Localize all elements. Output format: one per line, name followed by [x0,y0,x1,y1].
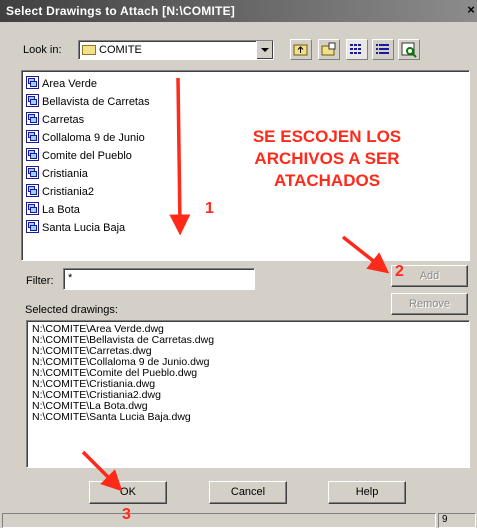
ok-button[interactable]: OK [89,481,167,504]
annotation-step-3: 3 [122,506,131,523]
up-folder-icon[interactable] [290,39,312,60]
list-view-icon[interactable] [346,39,368,60]
selected-drawings-label: Selected drawings: [25,304,118,316]
annotation-step-2: 2 [395,263,404,280]
cancel-button[interactable]: Cancel [209,481,287,504]
look-in-value: COMITE [99,44,142,56]
folder-icon [82,45,96,55]
selected-drawings-list[interactable]: N:\COMITE\Area Verde.dwg N:\COMITE\Bella… [26,320,470,468]
list-item[interactable]: Comite del Pueblo [26,148,132,165]
look-in-label: Look in: [23,44,62,56]
list-item[interactable]: Bellavista de Carretas [26,94,150,111]
drawing-file-icon [26,112,39,125]
status-bar: 9 [0,512,477,528]
chevron-down-icon[interactable] [256,41,273,59]
drawing-file-icon [26,130,39,143]
window-title: Select Drawings to Attach [N:\COMITE] [6,4,235,18]
list-item[interactable]: N:\COMITE\Santa Lucia Baja.dwg [32,412,191,423]
close-icon[interactable]: × [465,2,477,20]
annotation-note: SE ESCOJEN LOS ARCHIVOS A SER ATACHADOS [252,127,402,190]
file-list[interactable]: Area Verde Bellavista de Carretas Carret… [21,70,470,261]
title-bar: Select Drawings to Attach [N:\COMITE] × [0,0,477,22]
list-item[interactable]: Area Verde [26,76,97,93]
list-item[interactable]: Collaloma 9 de Junio [26,130,145,147]
status-count: 9 [438,513,476,528]
drawing-file-icon [26,184,39,197]
list-item[interactable]: Cristiania [26,166,88,183]
filter-input[interactable]: * [63,268,255,290]
list-item[interactable]: Carretas [26,112,84,129]
list-item[interactable]: La Bota [26,202,80,219]
drawing-file-icon [26,166,39,179]
remove-button[interactable]: Remove [391,293,468,315]
details-view-icon[interactable] [372,39,394,60]
look-in-dropdown[interactable]: COMITE [78,40,274,60]
annotation-step-1: 1 [205,200,214,217]
help-button[interactable]: Help [328,481,406,504]
status-left-panel [2,513,436,528]
new-folder-icon[interactable] [318,39,340,60]
list-item[interactable]: Santa Lucia Baja [26,220,125,237]
list-item[interactable]: Cristiania2 [26,184,94,201]
drawing-file-icon [26,76,39,89]
drawing-file-icon [26,148,39,161]
filter-label: Filter: [26,275,54,287]
drawing-file-icon [26,94,39,107]
drawing-file-icon [26,220,39,233]
drawing-file-icon [26,202,39,215]
preview-icon[interactable] [398,39,420,60]
